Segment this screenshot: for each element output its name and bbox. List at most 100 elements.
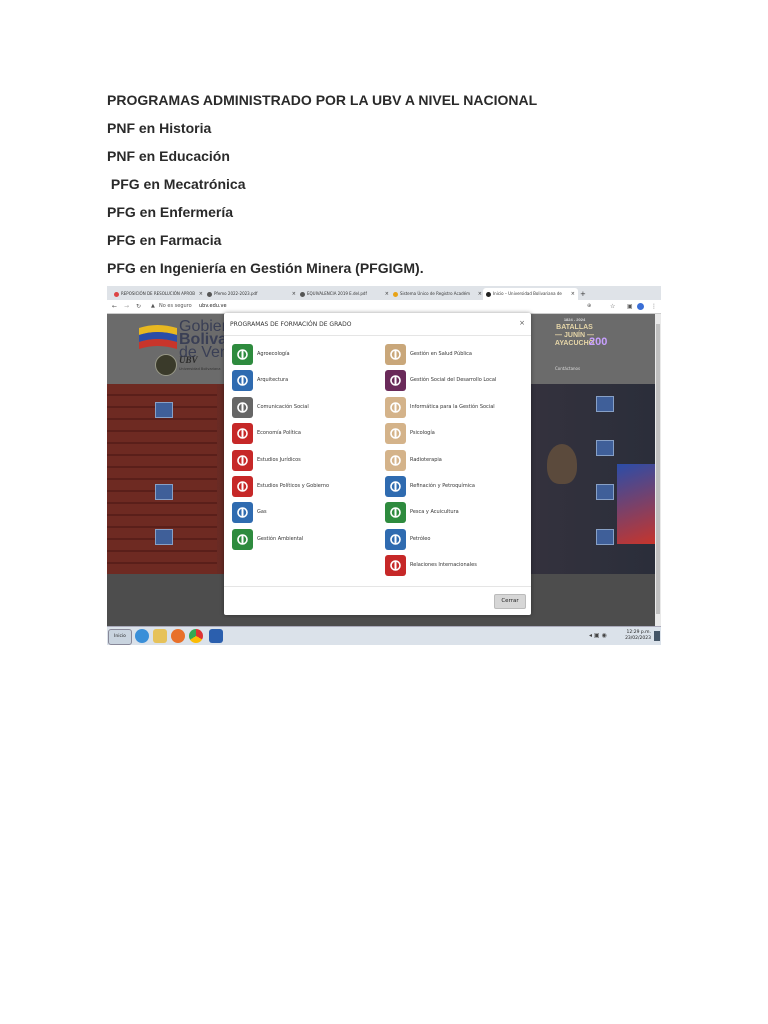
menu-icon[interactable]: ⋮ (651, 300, 657, 313)
program-label: Gestión en Salud Pública (410, 351, 472, 357)
tab-label: REPOSICIÓN DE RESOLUCIÓN APROB (121, 291, 196, 296)
quick-link-icon[interactable] (155, 402, 173, 418)
program-label: Gestión Ambiental (257, 535, 304, 542)
tab-label: EQUIVALENCIA 2019 E.del.pdf (307, 291, 367, 296)
ubv-label: UBV (179, 355, 198, 365)
quick-link-icon[interactable] (596, 484, 614, 500)
oil-pump-icon (385, 528, 406, 550)
quick-link-icon[interactable] (155, 484, 173, 500)
clock-date: 23/02/2023 (625, 636, 651, 641)
house-icon (232, 370, 253, 392)
close-icon[interactable]: × (199, 288, 203, 300)
divider (224, 335, 531, 336)
clock[interactable]: 12:29 p.m. 23/02/2023 (625, 630, 651, 642)
sidebar-icon[interactable]: ▣ (627, 300, 633, 313)
tab-label: Sistema Único de Registro Académ (400, 291, 470, 296)
program-line: PNF en Educación (107, 148, 230, 164)
program-label: Pesca y Acuicultura (410, 509, 459, 516)
scroll-thumb[interactable] (656, 324, 660, 614)
folder-icon[interactable] (153, 629, 167, 643)
close-button[interactable]: Cerrar (494, 594, 526, 609)
quick-link-icon[interactable] (596, 396, 614, 412)
document-title: PROGRAMAS ADMINISTRADO POR LA UBV A NIVE… (107, 92, 538, 108)
close-icon[interactable]: × (571, 288, 575, 300)
back-icon[interactable]: ← (112, 300, 117, 313)
pdf-icon (207, 291, 212, 297)
profile-avatar[interactable] (637, 303, 644, 310)
ie-icon[interactable] (135, 629, 149, 643)
flag-photo (617, 464, 657, 544)
address-bar[interactable]: ← → ↻ ▲ No es seguro ubv.edu.ve ⊕ ☆ ▣ ⋮ (107, 300, 661, 314)
browser-tab-active[interactable]: Inicio – Universidad Bolivariana de × (483, 288, 578, 300)
new-tab-icon[interactable]: + (577, 288, 590, 300)
program-label: Estudios Jurídicos (257, 456, 301, 463)
chrome-icon[interactable] (189, 629, 203, 643)
program-label: Petróleo (410, 535, 431, 542)
program-label: Radioterapia (410, 456, 442, 463)
gmail-icon (114, 291, 119, 297)
reload-icon[interactable]: ↻ (136, 300, 141, 313)
url-text[interactable]: ubv.edu.ve (199, 300, 227, 313)
ubv-seal-icon (155, 354, 177, 376)
program-line: PFG en Enfermería (107, 204, 234, 220)
divider (224, 586, 531, 587)
programs-modal: PROGRAMAS DE FORMACIÓN DE GRADO × Agroec… (224, 313, 531, 615)
modal-title: PROGRAMAS DE FORMACIÓN DE GRADO (230, 321, 352, 328)
close-icon[interactable]: × (292, 288, 296, 300)
forward-icon[interactable]: → (124, 300, 129, 313)
program-line: PFG en Mecatrónica (107, 176, 246, 192)
battle-word: BATALLAS (556, 324, 593, 331)
program-label: Economía Política (257, 430, 301, 437)
camera-icon (232, 396, 253, 418)
browser-tab[interactable]: Sistema Único de Registro Académ × (390, 288, 485, 300)
close-icon[interactable]: × (478, 288, 482, 300)
start-button[interactable]: Inicio (108, 629, 132, 645)
program-label: Comunicación Social (257, 403, 309, 410)
browser-tab[interactable]: REPOSICIÓN DE RESOLUCIÓN APROB × (111, 288, 206, 300)
windows-taskbar: Inicio ◂ ▣ ◉ 12:29 p.m. 23/02/2023 (107, 626, 661, 645)
program-line: PFG en Ingeniería en Gestión Minera (PFG… (107, 260, 424, 276)
warning-icon: ▲ (151, 303, 155, 309)
folder-icon (393, 291, 398, 297)
program-label: Gas (257, 509, 267, 516)
tab-label: Pfemo 2022-2023.pdf (214, 291, 258, 296)
globe-icon (232, 476, 253, 497)
browser-tab[interactable]: EQUIVALENCIA 2019 E.del.pdf × (297, 288, 392, 300)
media-player-icon[interactable] (171, 629, 185, 643)
close-icon[interactable]: × (385, 288, 389, 300)
site-icon (486, 291, 491, 297)
factory-icon (232, 502, 253, 524)
close-icon[interactable]: × (519, 319, 525, 327)
share-icon[interactable]: ⊕ (587, 300, 591, 313)
start-label: Inicio (114, 634, 126, 639)
tab-label: Inicio – Universidad Bolivariana de (493, 291, 562, 296)
chart-icon (232, 423, 253, 445)
quick-link-icon[interactable] (596, 440, 614, 456)
program-label: Agroecología (257, 351, 290, 357)
refinery-icon (385, 476, 406, 497)
battle-200: 200 (589, 336, 608, 348)
world-icon (385, 555, 406, 577)
page-scrollbar[interactable] (655, 314, 661, 626)
gavel-icon (232, 449, 253, 471)
venezuela-flag-icon (139, 325, 177, 349)
quick-link-icon[interactable] (155, 529, 173, 545)
word-icon[interactable] (209, 629, 223, 643)
star-icon[interactable]: ☆ (610, 300, 615, 313)
head-icon (385, 423, 406, 445)
browser-tab-bar: REPOSICIÓN DE RESOLUCIÓN APROB × Pfemo 20… (107, 286, 661, 300)
program-label: Relaciones Internacionales (410, 562, 477, 569)
program-line: PFG en Farmacia (107, 232, 222, 248)
program-label: Arquitectura (257, 377, 289, 384)
nav-link[interactable]: Contáctanos (555, 366, 580, 371)
tray-icons[interactable]: ◂ ▣ ◉ (589, 632, 607, 639)
computer-icon (385, 396, 406, 418)
person-photo (547, 444, 577, 484)
bicentenario-logo: 1824 - 2024 BATALLAS — JUNÍN — AYACUCHO … (537, 316, 612, 356)
quick-link-icon[interactable] (596, 529, 614, 545)
battle-years: 1824 - 2024 (563, 317, 586, 322)
program-label: Informática para la Gestión Social (410, 403, 495, 410)
plant-icon (232, 344, 253, 365)
browser-tab[interactable]: Pfemo 2022-2023.pdf × (204, 288, 299, 300)
show-desktop-button[interactable] (654, 631, 660, 641)
